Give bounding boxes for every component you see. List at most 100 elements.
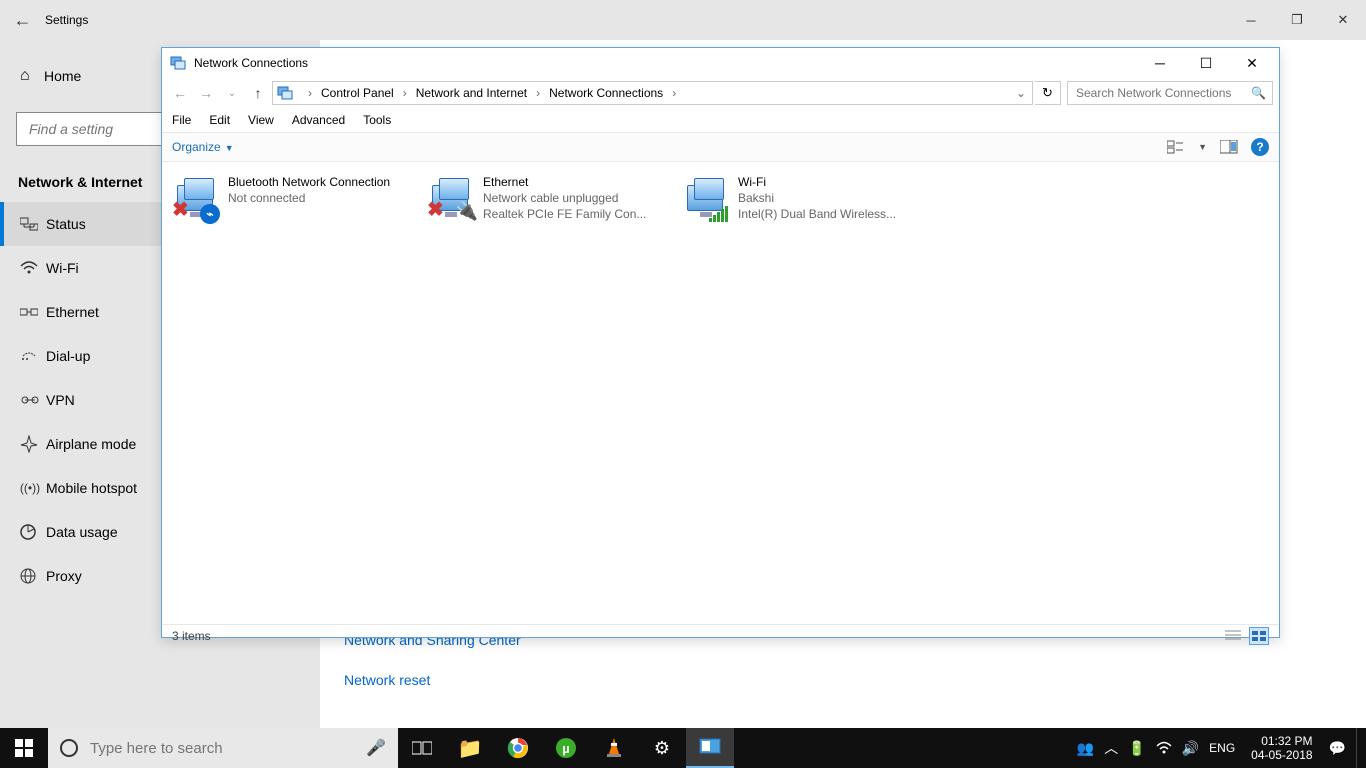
connection-name: Bluetooth Network Connection bbox=[228, 174, 390, 190]
svg-text:((•)): ((•)) bbox=[20, 481, 40, 495]
nav-recent-button[interactable]: ⌄ bbox=[220, 81, 244, 105]
explorer-window: Network Connections ─ ☐ ✕ ← → ⌄ ↑ › Cont… bbox=[161, 47, 1280, 638]
status-item-count: 3 items bbox=[172, 629, 211, 643]
tray-volume-icon[interactable]: 🔊 bbox=[1182, 740, 1199, 757]
breadcrumb-segment[interactable]: Control Panel bbox=[319, 86, 396, 100]
tray-language[interactable]: ENG bbox=[1209, 741, 1235, 755]
search-icon[interactable]: 🔍 bbox=[1251, 86, 1266, 100]
breadcrumb-segment[interactable]: Network Connections bbox=[547, 86, 665, 100]
menu-view[interactable]: View bbox=[248, 113, 274, 127]
connection-item[interactable]: ✖⌁Bluetooth Network ConnectionNot connec… bbox=[162, 170, 417, 226]
show-desktop-button[interactable] bbox=[1356, 728, 1362, 768]
explorer-title: Network Connections bbox=[194, 56, 308, 70]
details-view-button[interactable] bbox=[1223, 627, 1243, 645]
system-tray: 👥 ︿ 🔋 🔊 ENG 01:32 PM 04-05-2018 💬 bbox=[1077, 728, 1366, 768]
chevron-right-icon[interactable]: › bbox=[531, 86, 545, 100]
chevron-right-icon[interactable]: › bbox=[398, 86, 412, 100]
sidebar-item-label: Airplane mode bbox=[46, 436, 136, 452]
taskbar-search[interactable]: 🎤 bbox=[48, 728, 398, 768]
sidebar-item-label: Proxy bbox=[46, 568, 82, 584]
data-icon bbox=[20, 524, 46, 540]
connection-item[interactable]: ✖🔌EthernetNetwork cable unpluggedRealtek… bbox=[417, 170, 672, 226]
taskbar-utorrent[interactable]: µ bbox=[542, 728, 590, 768]
explorer-nav-row: ← → ⌄ ↑ › Control Panel › Network and In… bbox=[162, 78, 1279, 108]
tray-wifi-icon[interactable] bbox=[1156, 741, 1172, 755]
settings-titlebar: ← Settings ─ ❐ ✕ bbox=[0, 0, 1366, 40]
taskbar-file-explorer[interactable]: 📁 bbox=[446, 728, 494, 768]
network-connections-icon bbox=[170, 55, 186, 71]
connection-text: EthernetNetwork cable unpluggedRealtek P… bbox=[483, 174, 646, 222]
connection-text: Wi-FiBakshiIntel(R) Dual Band Wireless..… bbox=[738, 174, 896, 222]
connection-device: Intel(R) Dual Band Wireless... bbox=[738, 206, 896, 222]
sidebar-item-label: Wi-Fi bbox=[46, 260, 79, 276]
tray-battery-icon[interactable]: 🔋 bbox=[1128, 740, 1145, 757]
taskbar-chrome[interactable] bbox=[494, 728, 542, 768]
taskbar-vlc[interactable] bbox=[590, 728, 638, 768]
menu-edit[interactable]: Edit bbox=[209, 113, 230, 127]
tray-clock[interactable]: 01:32 PM 04-05-2018 bbox=[1245, 734, 1318, 762]
nav-up-button[interactable]: ↑ bbox=[246, 81, 270, 105]
minimize-button[interactable]: ─ bbox=[1228, 0, 1274, 40]
sidebar-item-label: Dial-up bbox=[46, 348, 90, 364]
nav-back-button[interactable]: ← bbox=[168, 81, 192, 105]
explorer-minimize-button[interactable]: ─ bbox=[1137, 48, 1183, 78]
taskbar-apps: 📁 µ ⚙ bbox=[398, 728, 734, 768]
network-adapter-icon: ✖⌁ bbox=[170, 174, 220, 222]
view-options-button[interactable] bbox=[1166, 138, 1186, 156]
bluetooth-icon: ⌁ bbox=[200, 204, 220, 224]
explorer-search[interactable]: 🔍 bbox=[1067, 81, 1273, 105]
connection-status: Network cable unplugged bbox=[483, 190, 646, 206]
chevron-right-icon[interactable]: › bbox=[667, 86, 681, 100]
link-network-reset[interactable]: Network reset bbox=[344, 672, 521, 688]
explorer-titlebar[interactable]: Network Connections ─ ☐ ✕ bbox=[162, 48, 1279, 78]
help-button[interactable]: ? bbox=[1251, 138, 1269, 156]
close-button[interactable]: ✕ bbox=[1320, 0, 1366, 40]
connection-item[interactable]: Wi-FiBakshiIntel(R) Dual Band Wireless..… bbox=[672, 170, 927, 226]
sidebar-item-label: Ethernet bbox=[46, 304, 99, 320]
ethernet-icon bbox=[20, 305, 46, 319]
task-view-button[interactable] bbox=[398, 728, 446, 768]
menu-file[interactable]: File bbox=[172, 113, 191, 127]
start-button[interactable] bbox=[0, 728, 48, 768]
address-bar[interactable]: › Control Panel › Network and Internet ›… bbox=[272, 81, 1033, 105]
signal-bars-icon bbox=[709, 206, 728, 222]
connection-text: Bluetooth Network ConnectionNot connecte… bbox=[228, 174, 390, 206]
menu-advanced[interactable]: Advanced bbox=[292, 113, 345, 127]
connection-status: Not connected bbox=[228, 190, 390, 206]
menu-tools[interactable]: Tools bbox=[363, 113, 391, 127]
nav-forward-button[interactable]: → bbox=[194, 81, 218, 105]
explorer-body[interactable]: ✖⌁Bluetooth Network ConnectionNot connec… bbox=[162, 162, 1279, 624]
error-icon: ✖ bbox=[427, 197, 444, 222]
sidebar-item-label: Data usage bbox=[46, 524, 118, 540]
preview-pane-button[interactable] bbox=[1219, 138, 1239, 156]
tray-time: 01:32 PM bbox=[1251, 734, 1312, 748]
tray-action-center-icon[interactable]: 💬 bbox=[1329, 740, 1346, 757]
refresh-button[interactable]: ↻ bbox=[1035, 81, 1061, 105]
connection-status: Bakshi bbox=[738, 190, 896, 206]
taskbar-control-panel[interactable] bbox=[686, 728, 734, 768]
chevron-down-icon[interactable]: ▼ bbox=[1198, 142, 1207, 152]
taskbar: 🎤 📁 µ ⚙ 👥 ︿ 🔋 🔊 ENG 01:32 PM 04-05-2018 … bbox=[0, 728, 1366, 768]
maximize-button[interactable]: ❐ bbox=[1274, 0, 1320, 40]
explorer-search-input[interactable] bbox=[1074, 85, 1251, 101]
breadcrumb-segment[interactable]: Network and Internet bbox=[414, 86, 529, 100]
tray-people-icon[interactable]: 👥 bbox=[1077, 740, 1094, 757]
address-dropdown-button[interactable]: ⌄ bbox=[1010, 86, 1032, 100]
back-button[interactable]: ← bbox=[0, 10, 45, 31]
explorer-maximize-button[interactable]: ☐ bbox=[1183, 48, 1229, 78]
microphone-icon[interactable]: 🎤 bbox=[366, 738, 386, 758]
sidebar-home-label: Home bbox=[44, 68, 81, 84]
cable-icon: 🔌 bbox=[456, 201, 478, 222]
tray-chevron-up-icon[interactable]: ︿ bbox=[1104, 738, 1118, 758]
hotspot-icon: ((•)) bbox=[20, 481, 46, 495]
proxy-icon bbox=[20, 568, 46, 584]
error-icon: ✖ bbox=[172, 197, 189, 222]
taskbar-settings[interactable]: ⚙ bbox=[638, 728, 686, 768]
tiles-view-button[interactable] bbox=[1249, 627, 1269, 645]
connection-name: Ethernet bbox=[483, 174, 646, 190]
organize-button[interactable]: Organize▼ bbox=[172, 140, 234, 154]
chevron-right-icon[interactable]: › bbox=[303, 86, 317, 100]
taskbar-search-input[interactable] bbox=[88, 739, 366, 758]
explorer-close-button[interactable]: ✕ bbox=[1229, 48, 1275, 78]
network-adapter-icon: ✖🔌 bbox=[425, 174, 475, 222]
